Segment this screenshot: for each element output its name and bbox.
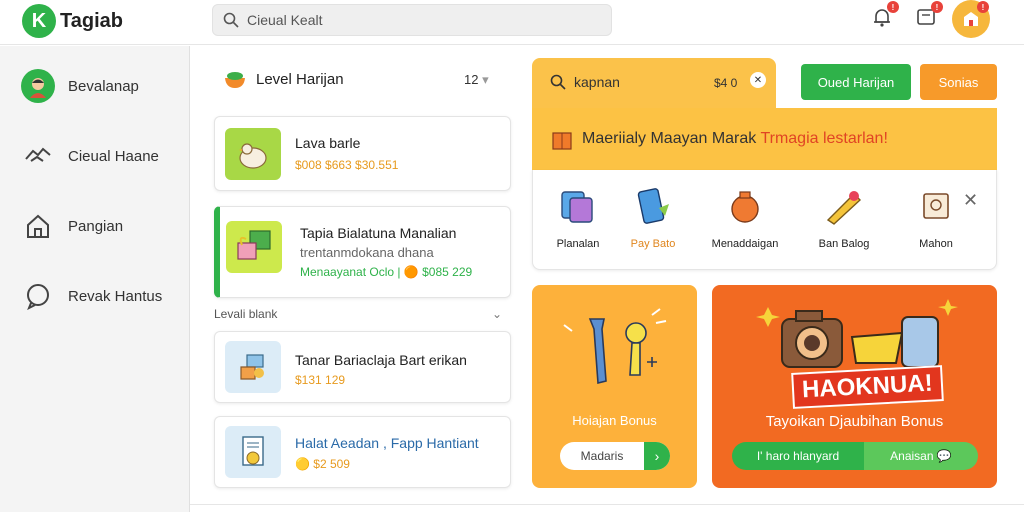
user-avatar-icon [21, 69, 55, 103]
promo-card[interactable]: Hoiajan Bonus Madaris › [532, 285, 697, 488]
list-item[interactable]: Tanar Bariaclaja Bart erikan $131 129 [214, 331, 511, 403]
pot-icon [723, 184, 767, 228]
logo[interactable]: K Tagiab [22, 4, 123, 38]
category-item[interactable]: Menaddaigan [705, 184, 785, 250]
promo-button-group: I' haro hlanyard Anaisan 💬 [732, 442, 978, 470]
item-price: $008 $663 $30.551 [295, 158, 399, 172]
cards-icon [556, 184, 600, 228]
search-bar[interactable] [212, 4, 612, 36]
section-count[interactable]: 12 ▾ [464, 72, 489, 88]
promo-button-secondary[interactable]: Anaisan 💬 [864, 442, 978, 470]
banner-highlight: Trmagia lestarlan! [760, 130, 888, 147]
home-icon [27, 214, 49, 238]
category-strip: Planalan Pay Bato Menaddaigan Ban Balog … [532, 170, 997, 270]
item-title: Lava barle [295, 135, 361, 151]
list-item[interactable]: Lava barle $008 $663 $30.551 [214, 116, 511, 191]
panel-count: $4 0 [714, 76, 738, 90]
item-title: Tanar Bariaclaja Bart erikan [295, 352, 467, 368]
logo-text: Tagiab [60, 9, 123, 32]
category-label: Mahon [919, 238, 953, 250]
promo-headline: HAOKNUA! [791, 365, 944, 409]
phone-icon [631, 184, 675, 228]
section-header: Level Harijan [222, 66, 344, 92]
category-item[interactable]: Planalan [538, 184, 618, 250]
banner-text: Maeriialy Maayan Marak Trmagia lestarlan… [582, 130, 888, 147]
category-item[interactable]: Ban Balog [804, 184, 884, 250]
food-icon [822, 184, 866, 228]
sidebar: Bevalanap Cieual Haane Pangian Revak Han… [0, 46, 190, 512]
category-label: Pay Bato [630, 238, 676, 250]
notification-badge: ! [887, 1, 899, 13]
item-price: Menaayanat Oclo | 🟠 $085 229 [300, 265, 473, 279]
tools-icon [563, 308, 667, 385]
sidebar-item-label: Bevalanap [68, 77, 139, 95]
sidebar-item-label: Pangian [68, 217, 124, 235]
announcement-banner[interactable]: Maeriialy Maayan Marak Trmagia lestarlan… [532, 108, 997, 170]
chat-bubble-icon: 💬 [936, 449, 952, 463]
gift-boxes-icon [226, 221, 282, 273]
box-icon [225, 341, 281, 393]
store-badge: ! [977, 1, 989, 13]
chevron-down-icon[interactable]: ⌄ [492, 307, 502, 321]
top-bar: K Tagiab ! ! ! [0, 0, 1024, 45]
handshake-icon [25, 147, 51, 162]
chevron-right-icon: › [644, 442, 670, 470]
item-price: 🟡 $2 509 [295, 457, 350, 471]
section-label: Levali blank [214, 307, 278, 321]
item-title: Tapia Bialatuna Manalian [300, 225, 457, 241]
search-icon [550, 74, 566, 90]
sidebar-item-profile[interactable]: Bevalanap [20, 66, 139, 106]
promo-button-primary[interactable]: I' haro hlanyard [732, 442, 864, 470]
close-icon[interactable]: ✕ [963, 190, 978, 211]
sidebar-item-deals[interactable]: Cieual Haane [20, 136, 159, 176]
chevron-down-icon: ▾ [482, 72, 489, 87]
promo-button[interactable]: Madaris › [560, 442, 670, 470]
bowl-icon [225, 72, 245, 88]
item-price: $131 129 [295, 373, 346, 387]
notification-button[interactable]: ! [869, 1, 899, 30]
sidebar-item-label: Cieual Haane [68, 147, 159, 165]
box-icon [552, 132, 572, 150]
sidebar-item-label: Revak Hantus [68, 287, 163, 305]
logo-icon: K [22, 4, 56, 38]
document-icon [225, 426, 281, 478]
sidebar-item-home[interactable]: Pangian [20, 206, 123, 246]
promo-button-label: Madaris [580, 449, 624, 463]
close-icon[interactable]: ✕ [750, 72, 766, 88]
sidebar-item-chat[interactable]: Revak Hantus [20, 276, 162, 316]
messages-badge: ! [931, 1, 943, 13]
right-panel-header: kapnan $4 0 ✕ [532, 58, 776, 108]
promo-title: Tayoikan Djaubihan Bonus [765, 413, 944, 430]
primary-button[interactable]: Oued Harijan [801, 64, 911, 100]
store-icon [964, 12, 978, 26]
secondary-button[interactable]: Sonias [920, 64, 997, 100]
promo-card-large[interactable]: HAOKNUA! Tayoikan Djaubihan Bonus I' har… [712, 285, 997, 488]
frame-icon [914, 184, 958, 228]
promo-title: Hoiajan Bonus [572, 413, 657, 428]
divider [190, 504, 1024, 505]
search-input[interactable] [247, 12, 587, 28]
category-label: Ban Balog [818, 238, 870, 250]
chicken-icon [225, 128, 281, 180]
chat-icon [27, 284, 49, 310]
section-title: Level Harijan [256, 70, 344, 88]
category-label: Menaddaigan [711, 238, 779, 250]
item-title: Halat Aeadan , Fapp Hantiant [295, 435, 479, 451]
list-item[interactable]: Tapia Bialatuna Manalian trentanmdokana … [214, 206, 511, 298]
messages-button[interactable]: ! [913, 1, 943, 30]
list-item[interactable]: Halat Aeadan , Fapp Hantiant 🟡 $2 509 [214, 416, 511, 488]
category-item[interactable]: Pay Bato [613, 184, 693, 250]
search-icon [223, 12, 239, 28]
store-button[interactable]: ! [952, 0, 990, 38]
category-label: Planalan [556, 238, 600, 250]
panel-title: kapnan [574, 74, 620, 90]
item-subtitle: trentanmdokana dhana [300, 245, 434, 260]
